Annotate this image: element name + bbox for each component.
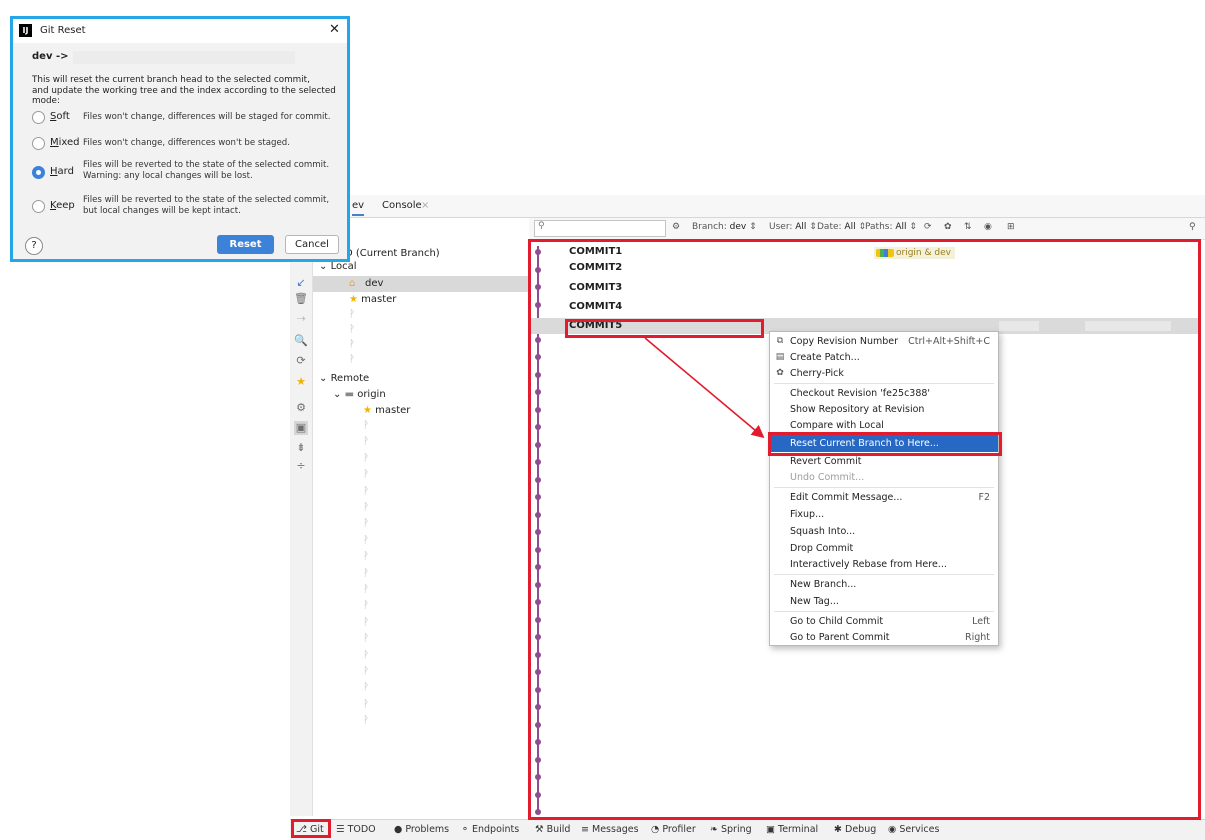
- menu-item-parent-commit[interactable]: Go to Parent Commit Right: [770, 629, 998, 646]
- intellij-logo-icon: IJ: [19, 24, 32, 37]
- branch-line: dev ->: [32, 51, 69, 62]
- cherry-icon: ✿: [776, 368, 784, 378]
- copy-icon: ⧉: [776, 336, 784, 346]
- menu-item-new-tag[interactable]: New Tag...: [770, 593, 998, 610]
- menu-item-fixup[interactable]: Fixup...: [770, 506, 998, 523]
- menu-item-show-repository[interactable]: Show Repository at Revision: [770, 401, 998, 418]
- dialog-title: Git Reset: [40, 25, 86, 36]
- mixed-label[interactable]: Mixed: [50, 137, 80, 148]
- git-reset-dialog: IJ Git Reset ✕ dev -> This will reset th…: [10, 16, 350, 262]
- keep-description: Files will be reverted to the state of t…: [83, 195, 330, 205]
- mixed-description: Files won't change, differences won't be…: [83, 138, 290, 148]
- help-icon[interactable]: ?: [25, 237, 43, 255]
- menu-item-cherry-pick[interactable]: ✿ Cherry-Pick: [770, 365, 998, 382]
- menu-item-checkout-revision[interactable]: Checkout Revision 'fe25c388': [770, 385, 998, 402]
- menu-separator: [774, 574, 994, 575]
- reset-button[interactable]: Reset: [217, 235, 274, 254]
- dialog-description: This will reset the current branch head …: [32, 75, 310, 85]
- soft-description: Files won't change, differences will be …: [83, 112, 331, 122]
- radio-soft[interactable]: [32, 111, 45, 124]
- menu-separator: [774, 611, 994, 612]
- radio-hard[interactable]: [32, 166, 45, 179]
- menu-item-undo-commit[interactable]: Undo Commit...: [770, 469, 998, 486]
- radio-keep[interactable]: [32, 200, 45, 213]
- keep-description: but local changes will be kept intact.: [83, 206, 241, 216]
- menu-item-copy-revision[interactable]: ⧉ Copy Revision Number Ctrl+Alt+Shift+C: [770, 333, 998, 350]
- cancel-button[interactable]: Cancel: [285, 235, 339, 254]
- hard-warning: Warning: any local changes will be lost.: [83, 171, 253, 181]
- blurred-commit-text: [73, 51, 295, 64]
- menu-item-new-branch[interactable]: New Branch...: [770, 576, 998, 593]
- menu-item-create-patch[interactable]: ▤ Create Patch...: [770, 349, 998, 366]
- dialog-titlebar: IJ Git Reset ✕: [13, 19, 347, 43]
- patch-icon: ▤: [775, 352, 785, 362]
- menu-item-drop-commit[interactable]: Drop Commit: [770, 540, 998, 557]
- menu-item-squash[interactable]: Squash Into...: [770, 523, 998, 540]
- dialog-description: and update the working tree and the inde…: [32, 86, 336, 106]
- menu-item-interactive-rebase[interactable]: Interactively Rebase from Here...: [770, 556, 998, 573]
- menu-item-edit-message[interactable]: Edit Commit Message... F2: [770, 489, 998, 506]
- soft-label[interactable]: Soft: [50, 111, 70, 122]
- radio-mixed[interactable]: [32, 137, 45, 150]
- hard-description: Files will be reverted to the state of t…: [83, 160, 330, 170]
- menu-item-child-commit[interactable]: Go to Child Commit Left: [770, 613, 998, 630]
- hard-label[interactable]: Hard: [50, 166, 74, 177]
- keep-label[interactable]: Keep: [50, 200, 75, 211]
- context-menu: ⧉ Copy Revision Number Ctrl+Alt+Shift+C ▤ C…: [769, 331, 999, 646]
- menu-separator: [774, 383, 994, 384]
- highlight-reset-item: [768, 432, 1002, 456]
- menu-separator: [774, 487, 994, 488]
- close-icon[interactable]: ✕: [329, 22, 340, 37]
